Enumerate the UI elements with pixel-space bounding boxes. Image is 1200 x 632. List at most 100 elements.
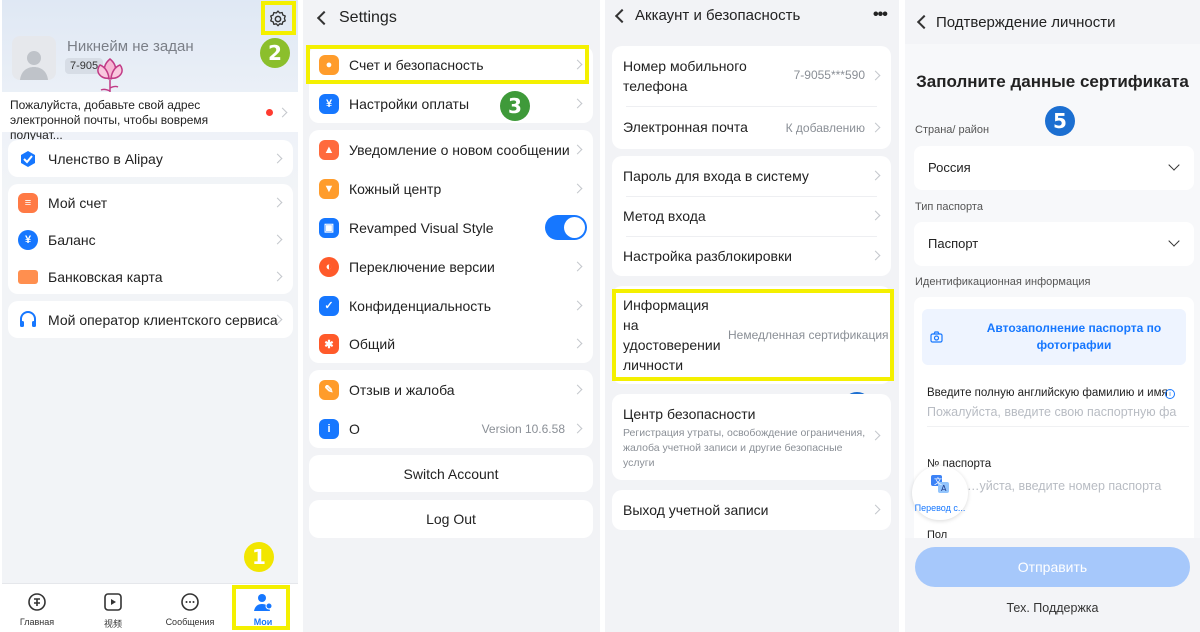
balance-item[interactable]: ¥ Баланс (8, 221, 293, 258)
home-icon (28, 593, 46, 611)
account-logout-item[interactable]: Выход учетной записи (612, 490, 891, 530)
email-label: Электронная почта (623, 119, 748, 135)
passport-type-value: Паспорт (928, 236, 979, 251)
bell-icon: ▲ (319, 139, 339, 160)
switch-account-label: Switch Account (403, 465, 499, 482)
id-info-value: Немедленная сертификация (728, 328, 889, 342)
gear-icon (270, 10, 286, 27)
camera-icon (930, 331, 943, 343)
country-value: Россия (928, 160, 971, 175)
support-card[interactable]: Мой оператор клиентского сервиса (8, 301, 293, 338)
notifications-label: Уведомление о новом сообщении (349, 141, 570, 158)
avatar[interactable] (12, 36, 56, 80)
security-center-card[interactable]: Центр безопасности Регистрация утраты, о… (612, 394, 891, 480)
submit-button[interactable]: Отправить (915, 547, 1190, 587)
translate-label: Перевод с... (914, 503, 966, 513)
id-info-section-label: Идентификационная информация (915, 276, 1091, 288)
passport-type-select[interactable]: Паспорт (914, 222, 1194, 266)
translate-float-button[interactable]: 文A Перевод с... (912, 466, 968, 520)
nickname[interactable]: Никнейм не задан (67, 38, 194, 55)
switch-account-button[interactable]: Switch Account (309, 455, 593, 492)
skin-center-label: Кожный центр (349, 180, 442, 197)
id-info-label: Информация на удостоверении личности (623, 297, 721, 373)
email-prompt-text: Пожалуйста, добавьте свой адрес электрон… (10, 98, 209, 142)
privacy-item[interactable]: ✓ Конфиденциальность (309, 286, 593, 325)
feedback-item[interactable]: ✎ Отзыв и жалоба (309, 370, 593, 409)
chevron-down-icon (1168, 235, 1180, 247)
pencil-icon: ✎ (319, 379, 339, 400)
security-center-label: Центр безопасности (623, 406, 756, 422)
gender-label-cut: Пол (927, 529, 948, 541)
my-account-label: Мой счет (48, 194, 108, 211)
unlock-settings-item[interactable]: Настройка разблокировки (612, 236, 891, 276)
name-input[interactable]: Пожалуйста, введите свою паспортную фа (927, 405, 1189, 427)
bank-card-item[interactable]: Банковская карта (8, 258, 293, 295)
skin-center-item[interactable]: ▼ Кожный центр (309, 169, 593, 208)
visual-style-item: ▣ Revamped Visual Style (309, 208, 593, 247)
form-heading: Заполните данные сертификата (916, 72, 1189, 91)
account-security-label: Счет и безопасность (349, 57, 484, 73)
bill-icon: ≡ (18, 192, 38, 213)
contacts-card: Номер мобильного телефона 7-9055***590 Э… (612, 46, 891, 149)
email-value: К добавлению (785, 121, 865, 135)
log-out-button[interactable]: Log Out (309, 500, 593, 538)
email-item[interactable]: Электронная почта К добавлению (612, 106, 891, 149)
mobile-value: 7-9055***590 (793, 68, 865, 82)
red-dot (266, 109, 273, 116)
translate-icon: 文A (931, 475, 949, 493)
payment-settings-item[interactable]: ¥ Настройки оплаты (309, 84, 593, 123)
nav-messages[interactable]: Сообщения (160, 592, 220, 627)
login-password-item[interactable]: Пароль для входа в систему (612, 156, 891, 196)
identity-title: Подтверждение личности (936, 14, 1116, 31)
membership-card[interactable]: Членство в Alipay (8, 140, 293, 177)
general-item[interactable]: ✱ Общий (309, 325, 593, 363)
mobile-item[interactable]: Номер мобильного телефона 7-9055***590 (612, 46, 891, 106)
step-5-badge: 5 (1045, 106, 1075, 136)
email-prompt-banner[interactable]: Пожалуйста, добавьте свой адрес электрон… (2, 92, 298, 142)
info-icon[interactable]: i (1165, 389, 1175, 399)
about-item[interactable]: i О Version 10.6.58 (309, 409, 593, 448)
settings-title: Settings (339, 9, 397, 26)
autofill-button[interactable]: Автозаполнение паспорта по фотографии (922, 309, 1186, 365)
globe-icon: ◐ (319, 256, 339, 277)
login-method-item[interactable]: Метод входа (612, 196, 891, 236)
nav-messages-label: Сообщения (165, 617, 215, 627)
video-icon (104, 593, 122, 611)
chevron-left-icon[interactable] (316, 10, 332, 26)
account-security-title: Аккаунт и безопасность (635, 7, 801, 24)
more-dots-icon[interactable]: ••• (873, 6, 888, 24)
account-security-screen: Аккаунт и безопасность ••• Номер мобильн… (605, 0, 899, 632)
tech-support-link[interactable]: Тех. Поддержка (905, 601, 1200, 615)
payment-settings-label: Настройки оплаты (349, 95, 470, 112)
nav-me[interactable]: Мои (238, 592, 288, 627)
log-out-label: Log Out (426, 511, 476, 527)
general-label: Общий (349, 336, 396, 352)
yen-icon: ¥ (18, 229, 38, 250)
version-switch-item[interactable]: ◐ Переключение версии (309, 247, 593, 286)
country-label: Страна/ район (915, 124, 990, 136)
bank-card-label: Банковская карта (48, 268, 163, 285)
nav-home[interactable]: Главная (12, 592, 62, 627)
chevron-left-icon[interactable] (614, 8, 630, 24)
passport-type-label: Тип паспорта (915, 201, 983, 213)
info-icon: i (319, 418, 339, 439)
svg-text:A: A (941, 484, 947, 493)
nav-video[interactable]: 视频 (88, 592, 138, 630)
visual-style-label: Revamped Visual Style (349, 219, 494, 236)
account-logout-label: Выход учетной записи (623, 502, 769, 518)
user-avatar-icon (20, 51, 48, 80)
bottom-nav: Главная 视频 Сообщения Мои (2, 583, 298, 632)
step-1-badge: 1 (244, 542, 274, 572)
version-switch-label: Переключение версии (349, 258, 495, 275)
visual-style-toggle[interactable] (545, 215, 587, 240)
login-method-label: Метод входа (623, 208, 706, 224)
finance-card: ≡ Мой счет ¥ Баланс Банковская карта (8, 184, 293, 294)
notifications-item[interactable]: ▲ Уведомление о новом сообщении (309, 130, 593, 169)
nav-me-label: Мои (253, 617, 273, 627)
account-security-item[interactable]: ● Счет и безопасность (309, 46, 593, 84)
my-account-item[interactable]: ≡ Мой счет (8, 184, 293, 221)
passport-no-placeholder: …уйста, введите номер паспорта (967, 479, 1162, 493)
id-info-card[interactable]: Информация на удостоверении личности Нем… (612, 286, 891, 384)
country-select[interactable]: Россия (914, 146, 1194, 190)
settings-gear-button[interactable] (264, 5, 292, 33)
